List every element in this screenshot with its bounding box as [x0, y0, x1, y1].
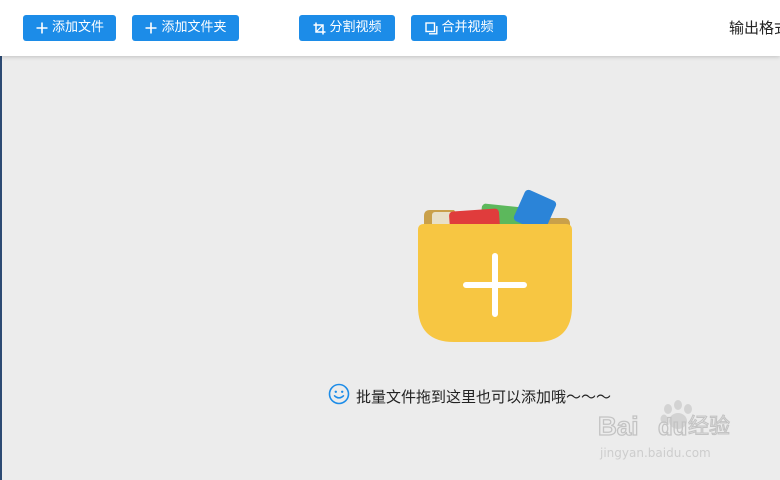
drop-hint-text: 批量文件拖到这里也可以添加哦～～～ [356, 387, 612, 406]
split-video-button[interactable]: 分割视频 [299, 15, 395, 41]
split-video-label: 分割视频 [329, 20, 382, 35]
smile-icon [328, 383, 350, 409]
drop-hint: 批量文件拖到这里也可以添加哦～～～ [328, 383, 611, 409]
add-folder-label: 添加文件夹 [161, 20, 227, 35]
svg-text:Bai: Bai [598, 411, 638, 441]
toolbar: 添加文件 添加文件夹 分割视频 合并视频 输出格式 [0, 0, 780, 56]
svg-text:经验: 经验 [688, 414, 730, 438]
copy-icon [424, 21, 438, 35]
crop-icon [312, 21, 326, 35]
output-format-label: 输出格式 [729, 19, 780, 37]
merge-video-label: 合并视频 [441, 20, 494, 35]
add-file-label: 添加文件 [51, 20, 104, 35]
plus-icon [144, 21, 158, 35]
add-folder-button[interactable]: 添加文件夹 [132, 15, 239, 41]
add-file-button[interactable]: 添加文件 [23, 15, 116, 41]
plus-icon [35, 21, 49, 35]
svg-text:du: du [658, 414, 687, 441]
app-window: 添加文件 添加文件夹 分割视频 合并视频 输出格式 [0, 0, 780, 480]
svg-text:jingyan.baidu.com: jingyan.baidu.com [599, 446, 711, 460]
folder-add-icon[interactable] [414, 186, 576, 346]
merge-video-button[interactable]: 合并视频 [411, 15, 507, 41]
baidu-jingyan-watermark: Bai du 经验 jingyan.baidu.com [596, 395, 746, 465]
